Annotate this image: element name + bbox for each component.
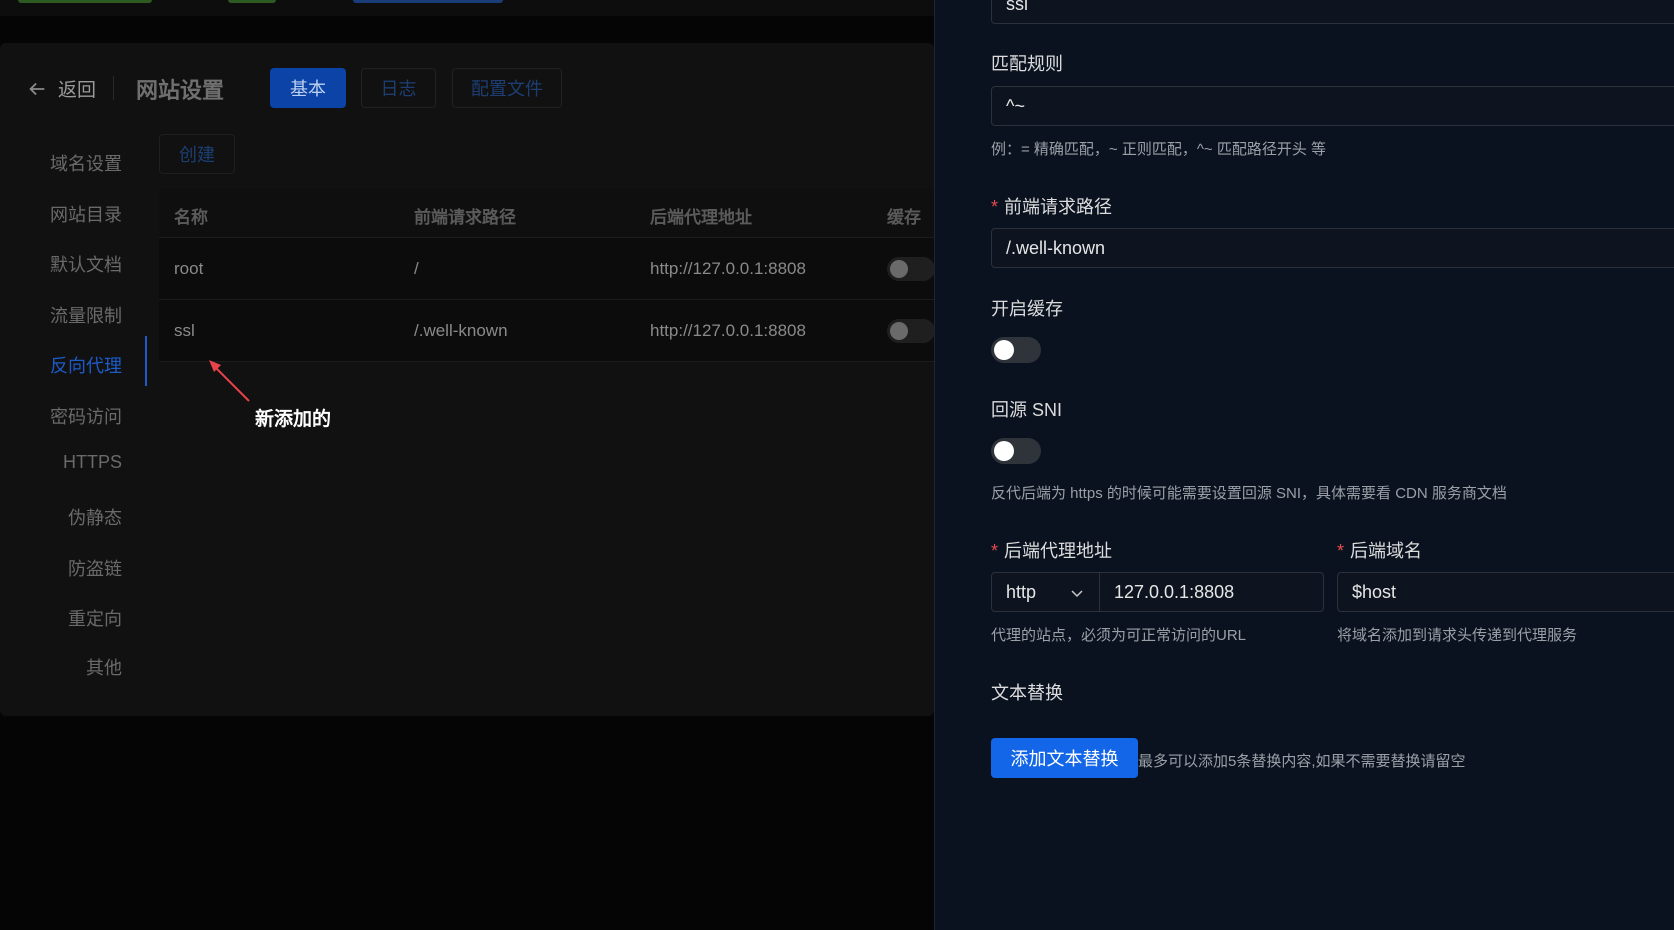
site-settings-card: 返回 网站设置 基本 日志 配置文件 域名设置 网站目录 默认文档 流量限制 反… [0, 43, 935, 716]
match-rule-input[interactable]: ^~ [991, 86, 1674, 126]
frontend-path-input[interactable]: /.well-known [991, 228, 1674, 268]
annotation-arrow-icon [209, 360, 250, 402]
tab-basic[interactable]: 基本 [270, 68, 346, 108]
backend-label-text: 后端代理地址 [1004, 541, 1113, 561]
text-replace-label: 文本替换 [991, 683, 1063, 703]
settings-header: 返回 网站设置 基本 日志 配置文件 [0, 43, 934, 133]
column-header-cache: 缓存 [887, 208, 921, 227]
text-replace-hint: 最多可以添加5条替换内容,如果不需要替换请留空 [1138, 753, 1466, 770]
required-mark: * [991, 541, 999, 561]
required-mark: * [991, 197, 999, 217]
sidebar-item-traffic-limit[interactable]: 流量限制 [50, 302, 122, 328]
table-row: root / http://127.0.0.1:8808 [159, 238, 935, 300]
proxy-edit-drawer: ssl 匹配规则 ^~ 例：= 精确匹配，~ 正则匹配，^~ 匹配路径开头 等 … [934, 0, 1674, 930]
sidebar-item-default-doc[interactable]: 默认文档 [50, 251, 122, 277]
sidebar-item-redirect[interactable]: 重定向 [68, 605, 122, 631]
cache-toggle[interactable] [887, 257, 935, 281]
backend-hint: 代理的站点，必须为可正常访问的URL [991, 627, 1247, 644]
sidebar-item-reverse-proxy[interactable]: 反向代理 [50, 352, 122, 378]
sidebar-item-site-directory[interactable]: 网站目录 [50, 201, 122, 227]
protocol-value: http [1006, 581, 1037, 602]
table-row: ssl /.well-known http://127.0.0.1:8808 [159, 300, 935, 362]
match-rule-label: 匹配规则 [991, 54, 1063, 74]
cache-toggle[interactable] [887, 319, 935, 343]
column-header-backend: 后端代理地址 [650, 208, 752, 227]
frontend-path-label-text: 前端请求路径 [1004, 197, 1113, 217]
page-title: 网站设置 [136, 78, 225, 103]
match-rule-hint: 例：= 精确匹配，~ 正则匹配，^~ 匹配路径开头 等 [991, 141, 1326, 158]
sidebar-item-domain[interactable]: 域名设置 [50, 150, 122, 176]
frontend-path-label: * 前端请求路径 [991, 193, 1112, 219]
annotation-label: 新添加的 [255, 409, 332, 430]
backend-label: * 后端代理地址 [991, 537, 1112, 563]
create-button[interactable]: 创建 [159, 134, 235, 174]
sidebar-item-hotlink[interactable]: 防盗链 [68, 555, 122, 581]
cell-name: root [174, 259, 204, 278]
cache-label: 开启缓存 [991, 299, 1063, 319]
cell-backend: http://127.0.0.1:8808 [650, 321, 806, 340]
column-header-name: 名称 [174, 208, 208, 227]
sni-switch[interactable] [991, 438, 1041, 464]
sni-hint: 反代后端为 https 的时候可能需要设置回源 SNI，具体需要看 CDN 服务… [991, 485, 1507, 502]
back-button[interactable]: 返回 [58, 75, 96, 102]
background-remnant [228, 0, 276, 3]
add-text-replace-button[interactable]: 添加文本替换 [991, 738, 1138, 778]
sni-label: 回源 SNI [991, 400, 1063, 420]
sidebar-item-other[interactable]: 其他 [86, 654, 122, 680]
backend-host-label-text: 后端域名 [1350, 541, 1423, 561]
tab-log[interactable]: 日志 [361, 68, 436, 108]
cell-backend: http://127.0.0.1:8808 [650, 259, 806, 278]
protocol-select[interactable]: http [991, 572, 1101, 612]
required-mark: * [1337, 541, 1345, 561]
cache-switch[interactable] [991, 337, 1041, 363]
sidebar-active-indicator [145, 336, 147, 386]
backend-host-hint: 将域名添加到请求头传递到代理服务 [1337, 627, 1578, 644]
column-header-path: 前端请求路径 [414, 208, 516, 227]
name-input[interactable]: ssl [991, 0, 1674, 24]
header-divider [113, 76, 114, 100]
cell-path: / [414, 259, 419, 278]
backend-address-input[interactable]: 127.0.0.1:8808 [1099, 572, 1324, 612]
cell-path: /.well-known [414, 321, 508, 340]
backend-host-input[interactable]: $host [1337, 572, 1674, 612]
table-header: 名称 前端请求路径 后端代理地址 缓存 [159, 188, 934, 238]
arrow-left-icon[interactable] [26, 78, 48, 100]
tab-config-file[interactable]: 配置文件 [452, 68, 562, 108]
cell-name: ssl [174, 321, 195, 340]
chevron-down-icon [1071, 590, 1083, 598]
sidebar-item-password-access[interactable]: 密码访问 [50, 403, 122, 429]
sidebar-item-https[interactable]: HTTPS [63, 452, 122, 473]
backend-host-label: * 后端域名 [1337, 537, 1422, 563]
sidebar-item-rewrite[interactable]: 伪静态 [68, 504, 122, 530]
background-remnant [353, 0, 503, 3]
proxy-table: 名称 前端请求路径 后端代理地址 缓存 root / http://127.0.… [159, 188, 935, 362]
background-remnant [18, 0, 152, 3]
